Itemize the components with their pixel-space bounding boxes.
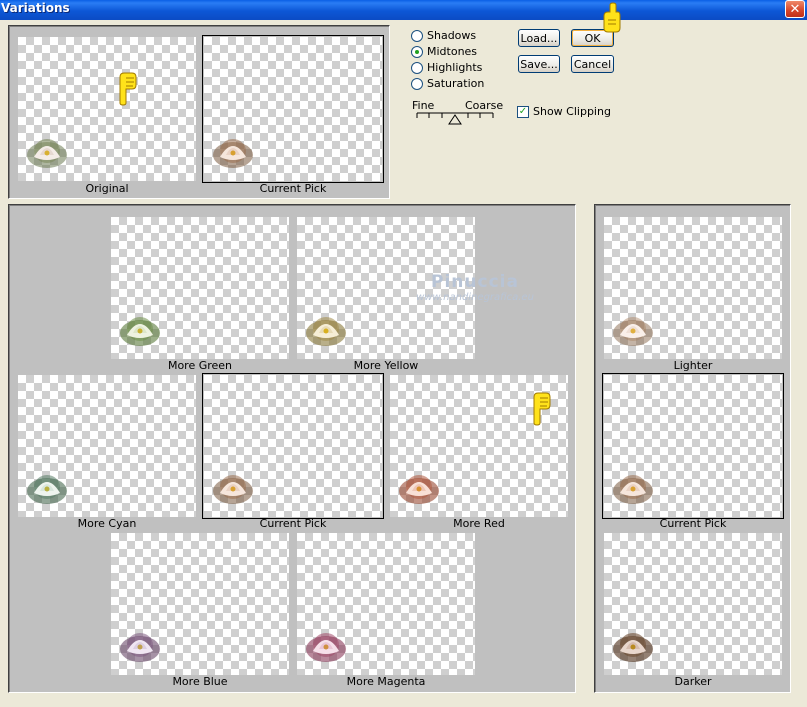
radio-label: Shadows xyxy=(427,29,477,42)
lotus-image xyxy=(613,475,653,504)
center-current-pick-thumbnail[interactable] xyxy=(202,373,384,519)
radio-icon[interactable] xyxy=(411,77,423,90)
current-pick-label: Current Pick xyxy=(259,182,327,195)
more-green-label: More Green xyxy=(167,359,233,372)
save-button[interactable]: Save... xyxy=(518,55,560,73)
brightness-current-pick-label: Current Pick xyxy=(659,517,727,530)
lotus-image xyxy=(213,139,253,168)
pointer-hand-icon xyxy=(533,392,551,426)
darker-label: Darker xyxy=(674,675,712,688)
lotus-image xyxy=(613,317,653,346)
preview-panel: Original Current Pick xyxy=(8,25,390,199)
radio-label: Midtones xyxy=(427,45,478,58)
close-button[interactable]: ✕ xyxy=(785,0,805,18)
lighter-label: Lighter xyxy=(673,359,713,372)
more-yellow-label: More Yellow xyxy=(353,359,419,372)
checkbox-checked-icon[interactable]: ✓ xyxy=(517,105,529,118)
lotus-image xyxy=(27,475,67,504)
more-magenta-label: More Magenta xyxy=(346,675,426,688)
radio-icon[interactable] xyxy=(411,61,423,74)
brightness-panel: Lighter Current Pick Darker xyxy=(594,204,791,693)
more-red-thumbnail[interactable] xyxy=(390,375,568,517)
slider-thumb xyxy=(448,114,462,125)
lotus-image xyxy=(27,139,67,168)
window-title: Variations xyxy=(1,1,70,15)
more-green-thumbnail[interactable] xyxy=(111,217,289,359)
lotus-image xyxy=(120,317,160,346)
original-thumbnail xyxy=(18,37,196,181)
radio-shadows[interactable]: Shadows xyxy=(411,29,476,42)
show-clipping-checkbox[interactable]: ✓ Show Clipping xyxy=(517,105,611,118)
radio-label: Highlights xyxy=(427,61,483,74)
pointer-hand-icon xyxy=(603,2,621,33)
more-blue-label: More Blue xyxy=(172,675,228,688)
lotus-image xyxy=(213,475,253,504)
more-blue-thumbnail[interactable] xyxy=(111,533,289,675)
more-red-label: More Red xyxy=(453,517,505,530)
more-cyan-label: More Cyan xyxy=(77,517,137,530)
more-cyan-thumbnail[interactable] xyxy=(18,375,196,517)
brightness-current-pick-thumbnail[interactable] xyxy=(602,373,784,519)
lotus-image xyxy=(306,633,346,662)
pointer-hand-icon xyxy=(119,72,137,106)
radio-icon-selected[interactable] xyxy=(411,45,423,58)
watermark-url: www.nandinegrafica.eu xyxy=(416,292,534,303)
cancel-button[interactable]: Cancel xyxy=(571,55,614,73)
lotus-image xyxy=(120,633,160,662)
watermark: Pinuccia www.nandinegrafica.eu xyxy=(410,272,540,303)
fine-coarse-slider[interactable] xyxy=(414,110,496,126)
load-button[interactable]: Load... xyxy=(518,29,560,47)
radio-saturation[interactable]: Saturation xyxy=(411,77,484,90)
radio-icon[interactable] xyxy=(411,29,423,42)
title-bar[interactable]: Variations ✕ xyxy=(0,0,807,20)
center-current-pick-label: Current Pick xyxy=(259,517,327,530)
lotus-image xyxy=(399,475,439,504)
lotus-image xyxy=(613,633,653,662)
radio-midtones[interactable]: Midtones xyxy=(411,45,477,58)
darker-thumbnail[interactable] xyxy=(604,533,782,675)
show-clipping-label: Show Clipping xyxy=(533,105,611,118)
radio-label: Saturation xyxy=(427,77,485,90)
watermark-name: Pinuccia xyxy=(431,272,519,292)
more-magenta-thumbnail[interactable] xyxy=(297,533,475,675)
close-icon: ✕ xyxy=(789,1,801,17)
current-pick-thumbnail xyxy=(202,35,384,183)
original-label: Original xyxy=(85,182,129,195)
lotus-image xyxy=(306,317,346,346)
lighter-thumbnail[interactable] xyxy=(604,217,782,359)
radio-highlights[interactable]: Highlights xyxy=(411,61,482,74)
